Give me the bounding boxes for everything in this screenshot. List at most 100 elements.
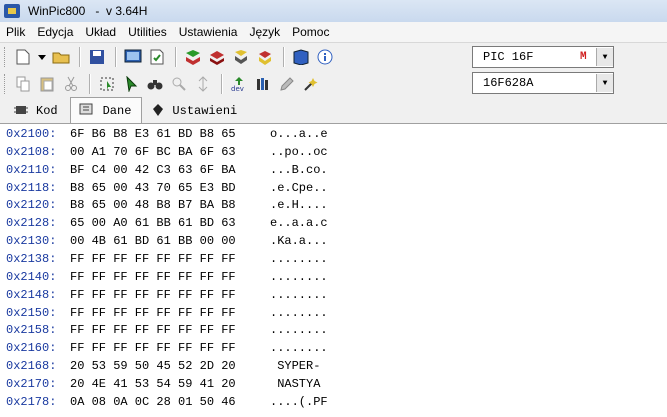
menu-ustawienia[interactable]: Ustawienia <box>173 25 244 39</box>
device-family-value: PIC 16F <box>483 50 534 64</box>
hex-bytes[interactable]: 0A 08 0A 0C 28 01 50 46 <box>70 395 270 412</box>
info-icon[interactable] <box>314 46 336 68</box>
hex-bytes[interactable]: FF FF FF FF FF FF FF FF <box>70 252 270 269</box>
verify-all-icon[interactable] <box>230 46 252 68</box>
hex-address: 0x2138: <box>6 251 57 266</box>
read-all-icon[interactable] <box>182 46 204 68</box>
hex-row[interactable]: 0x2120: B8 65 00 48 B8 B7 BA B8 .e.H.... <box>6 198 328 215</box>
help-book-icon[interactable] <box>290 46 312 68</box>
find-replace-icon[interactable] <box>168 73 190 95</box>
hex-row[interactable]: 0x2100: 6F B6 B8 E3 61 BD B8 65 o...a..e <box>6 127 328 144</box>
chevron-down-icon[interactable]: ▼ <box>596 48 613 66</box>
menu-pomoc[interactable]: Pomoc <box>286 25 335 39</box>
hex-bytes[interactable]: FF FF FF FF FF FF FF FF <box>70 341 270 358</box>
hex-bytes[interactable]: B8 65 00 43 70 65 E3 BD <box>70 181 270 198</box>
hex-bytes[interactable]: FF FF FF FF FF FF FF FF <box>70 306 270 323</box>
tab-kod[interactable]: Kod <box>6 99 68 123</box>
hex-address: 0x2170: <box>6 376 57 391</box>
hex-bytes[interactable]: FF FF FF FF FF FF FF FF <box>70 270 270 287</box>
hex-bytes[interactable]: BF C4 00 42 C3 63 6F BA <box>70 163 270 180</box>
hex-row[interactable]: 0x2160: FF FF FF FF FF FF FF FF........ <box>6 341 328 358</box>
hex-bytes[interactable]: FF FF FF FF FF FF FF FF <box>70 288 270 305</box>
hex-row[interactable]: 0x2150: FF FF FF FF FF FF FF FF........ <box>6 306 328 323</box>
hex-bytes[interactable]: B8 65 00 48 B8 B7 BA B8 <box>70 198 270 215</box>
menu-edycja[interactable]: Edycja <box>31 25 79 39</box>
hex-address: 0x2168: <box>6 359 57 374</box>
hex-bytes[interactable]: 00 A1 70 6F BC BA 6F 63 <box>70 145 270 162</box>
hex-ascii: ..po..oc <box>270 144 328 159</box>
hex-address: 0x2128: <box>6 216 57 231</box>
erase-all-icon[interactable] <box>254 46 276 68</box>
hex-ascii: .Ka.a... <box>270 234 328 249</box>
hex-address: 0x2150: <box>6 305 57 320</box>
new-file-icon[interactable] <box>12 46 34 68</box>
hex-row[interactable]: 0x2140: FF FF FF FF FF FF FF FF........ <box>6 270 328 287</box>
hex-row[interactable]: 0x2118: B8 65 00 43 70 65 E3 BD .e.Cpe.. <box>6 181 328 198</box>
menu-utilities[interactable]: Utilities <box>122 25 173 39</box>
toolbar-grip[interactable] <box>4 47 8 67</box>
hex-row[interactable]: 0x2108: 00 A1 70 6F BC BA 6F 63 ..po..oc <box>6 145 328 162</box>
settings-icon <box>152 103 164 120</box>
menu-uklad[interactable]: Układ <box>79 25 122 39</box>
menu-jezyk[interactable]: Język <box>243 25 286 39</box>
hex-ascii: .e.H.... <box>270 198 328 213</box>
chevron-down-icon[interactable]: ▼ <box>596 74 613 92</box>
svg-text:dev: dev <box>231 85 244 92</box>
hex-row[interactable]: 0x2148: FF FF FF FF FF FF FF FF........ <box>6 288 328 305</box>
toolbar-row-2: dev <box>0 71 324 97</box>
toolbar-separator <box>283 47 285 67</box>
save-icon[interactable] <box>86 46 108 68</box>
hex-row[interactable]: 0x2158: FF FF FF FF FF FF FF FF........ <box>6 323 328 340</box>
copy-icon[interactable] <box>12 73 34 95</box>
tab-label: Ustawieni <box>172 104 238 118</box>
verify-icon[interactable] <box>146 46 168 68</box>
hex-row[interactable]: 0x2138: FF FF FF FF FF FF FF FF........ <box>6 252 328 269</box>
hex-bytes[interactable]: 20 4E 41 53 54 59 41 20 <box>70 377 270 394</box>
hex-address: 0x2140: <box>6 269 57 284</box>
hex-bytes[interactable]: 20 53 59 50 45 52 2D 20 <box>70 359 270 376</box>
tab-dane[interactable]: Dane <box>69 97 143 123</box>
tab-ustawienia[interactable]: Ustawieni <box>144 99 247 123</box>
hex-bytes[interactable]: 65 00 A0 61 BB 61 BD 63 <box>70 216 270 233</box>
hex-ascii: .e.Cpe.. <box>270 180 328 195</box>
toolbar-separator <box>89 74 91 94</box>
hex-row[interactable]: 0x2110: BF C4 00 42 C3 63 6F BA ...B.co. <box>6 163 328 180</box>
hex-bytes[interactable]: FF FF FF FF FF FF FF FF <box>70 323 270 340</box>
detect-device-icon[interactable]: dev <box>228 73 250 95</box>
menu-plik[interactable]: Plik <box>0 25 31 39</box>
app-icon <box>4 4 20 18</box>
hex-row[interactable]: 0x2168: 20 53 59 50 45 52 2D 20 SYPER- <box>6 359 328 376</box>
hex-bytes[interactable]: 00 4B 61 BD 61 BB 00 00 <box>70 234 270 251</box>
pen-tool-icon[interactable] <box>276 73 298 95</box>
wizard-icon[interactable] <box>300 73 322 95</box>
chevron-down-icon[interactable] <box>36 46 48 68</box>
hex-address: 0x2100: <box>6 127 57 141</box>
open-folder-icon[interactable] <box>50 46 72 68</box>
toolbar-grip[interactable] <box>4 74 8 94</box>
cursor-icon[interactable] <box>120 73 142 95</box>
hex-ascii: e..a.a.c <box>270 216 328 231</box>
hex-address: 0x2160: <box>6 341 57 356</box>
hex-row[interactable]: 0x2178: 0A 08 0A 0C 28 01 50 46 ....(.PF <box>6 395 328 412</box>
hex-address: 0x2120: <box>6 198 57 213</box>
cut-icon[interactable] <box>60 73 82 95</box>
hex-row[interactable]: 0x2128: 65 00 A0 61 BB 61 BD 63 e..a.a.c <box>6 216 328 233</box>
hex-row[interactable]: 0x2170: 20 4E 41 53 54 59 41 20 NASTYA <box>6 377 328 394</box>
hex-address: 0x2118: <box>6 180 57 195</box>
device-model-select[interactable]: 16F628A ▼ <box>472 72 614 94</box>
program-all-icon[interactable] <box>206 46 228 68</box>
tab-bar: Kod Dane Ustawieni <box>0 97 667 124</box>
window-title: WinPic800 - v 3.64H <box>28 4 148 18</box>
hex-bytes[interactable]: 6F B6 B8 E3 61 BD B8 65 <box>70 127 270 144</box>
eeprom-hex-view[interactable]: 0x2100: 6F B6 B8 E3 61 BD B8 65 o...a..e 0x… <box>0 124 667 417</box>
toolbar-separator <box>221 74 223 94</box>
paste-icon[interactable] <box>36 73 58 95</box>
bars-icon[interactable] <box>252 73 274 95</box>
goto-icon[interactable] <box>192 73 214 95</box>
device-family-select[interactable]: PIC 16F M ▼ <box>472 46 614 68</box>
hardware-settings-icon[interactable] <box>122 46 144 68</box>
hex-address: 0x2110: <box>6 162 57 177</box>
find-icon[interactable] <box>144 73 166 95</box>
select-area-icon[interactable] <box>96 73 118 95</box>
hex-row[interactable]: 0x2130: 00 4B 61 BD 61 BB 00 00 .Ka.a... <box>6 234 328 251</box>
